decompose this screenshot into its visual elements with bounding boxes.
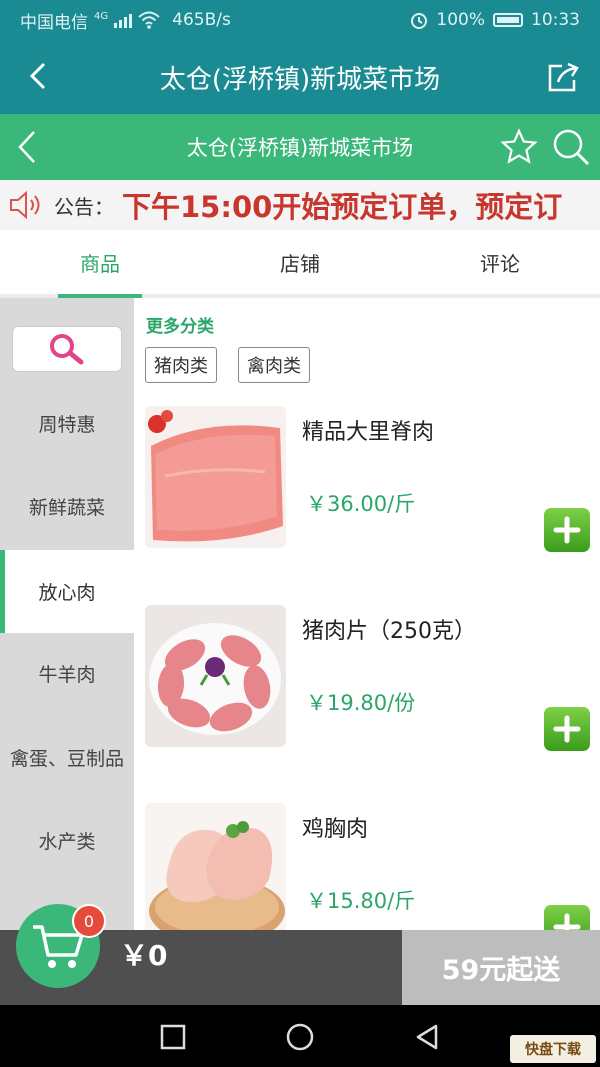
product-image-chicken-breast [145,803,286,930]
share-icon[interactable] [544,58,582,96]
product-name: 鸡胸肉 [302,817,369,842]
product-item[interactable]: 鸡胸肉 ￥15.80/斤 [134,803,600,930]
app-title: 太仓(浮桥镇)新城菜市场 [159,64,441,95]
checkout-button[interactable]: 59元起送 [402,930,600,1005]
notice-label: 公告： [54,194,114,219]
alarm-icon [411,13,428,29]
cart-total: ￥0 [120,939,168,972]
product-name: 猪肉片（250克） [302,619,476,644]
store-header: 太仓(浮桥镇)新城菜市场 [0,114,600,180]
product-list: 更多分类 猪肉类 禽肉类 精品大里脊肉 ￥36.00/斤 猪肉片（250克） ￥… [134,298,600,930]
store-title: 太仓(浮桥镇)新城菜市场 [186,136,414,160]
category-sidebar: 周特惠 新鲜蔬菜 放心肉 牛羊肉 禽蛋、豆制品 水产类 [0,298,134,930]
speaker-icon [10,190,40,220]
product-item[interactable]: 猪肉片（250克） ￥19.80/份 [134,605,600,803]
plus-icon [553,913,581,930]
add-to-cart-button[interactable] [544,905,590,930]
status-bar: 中国电信 4G 465B/s 100% 10:33 [0,0,600,40]
product-price: ￥15.80/斤 [306,889,416,913]
network-label: 4G [94,10,109,22]
sidebar-item-vegetables[interactable]: 新鲜蔬菜 [0,465,134,548]
signal-icon [114,12,133,28]
chip-poultry[interactable]: 禽肉类 [238,347,310,383]
recent-apps-icon[interactable] [158,1022,188,1052]
app-header: 太仓(浮桥镇)新城菜市场 [0,40,600,114]
watermark-logo: 快盘下载 [510,1035,596,1063]
home-icon[interactable] [285,1022,315,1052]
add-to-cart-button[interactable] [544,707,590,751]
sidebar-item-meat[interactable]: 放心肉 [0,550,134,633]
cart-count-badge: 0 [72,904,106,938]
sidebar-item-weekly-deals[interactable]: 周特惠 [0,382,134,465]
store-back-icon[interactable] [12,128,42,166]
product-image-pork-slices [145,605,286,747]
tab-reviews[interactable]: 评论 [400,230,600,294]
battery-icon [493,13,523,27]
search-icon[interactable] [550,126,592,168]
tab-store[interactable]: 店铺 [200,230,400,294]
category-search-button[interactable] [12,326,122,372]
sidebar-item-seafood[interactable]: 水产类 [0,799,134,882]
product-name: 精品大里脊肉 [302,420,435,445]
tab-bar: 商品 店铺 评论 [0,230,600,298]
add-to-cart-button[interactable] [544,508,590,552]
magnifier-icon [50,334,84,365]
product-image-pork-tenderloin [145,406,286,548]
tab-products[interactable]: 商品 [0,230,200,298]
more-categories-label: 更多分类 [146,317,214,337]
plus-icon [553,715,581,743]
clock: 10:33 [531,10,580,30]
product-price: ￥19.80/份 [306,691,416,715]
carrier-label: 中国电信 [20,12,88,33]
notice-banner: 公告： 下午15:00开始预定订单，预定订 [0,180,600,230]
chip-pork[interactable]: 猪肉类 [145,347,217,383]
notice-text: 下午15:00开始预定订单，预定订 [122,190,563,224]
favorite-star-icon[interactable] [500,128,538,166]
plus-icon [553,516,581,544]
battery-percent: 100% [436,10,485,30]
product-item[interactable]: 精品大里脊肉 ￥36.00/斤 [134,406,600,604]
back-icon[interactable] [22,58,58,94]
wifi-icon [138,11,160,29]
speed-label: 465B/s [172,10,231,30]
nav-back-icon[interactable] [412,1022,442,1052]
product-price: ￥36.00/斤 [306,492,416,516]
sidebar-item-beef-lamb[interactable]: 牛羊肉 [0,632,134,715]
sidebar-item-eggs-tofu[interactable]: 禽蛋、豆制品 [0,716,134,799]
